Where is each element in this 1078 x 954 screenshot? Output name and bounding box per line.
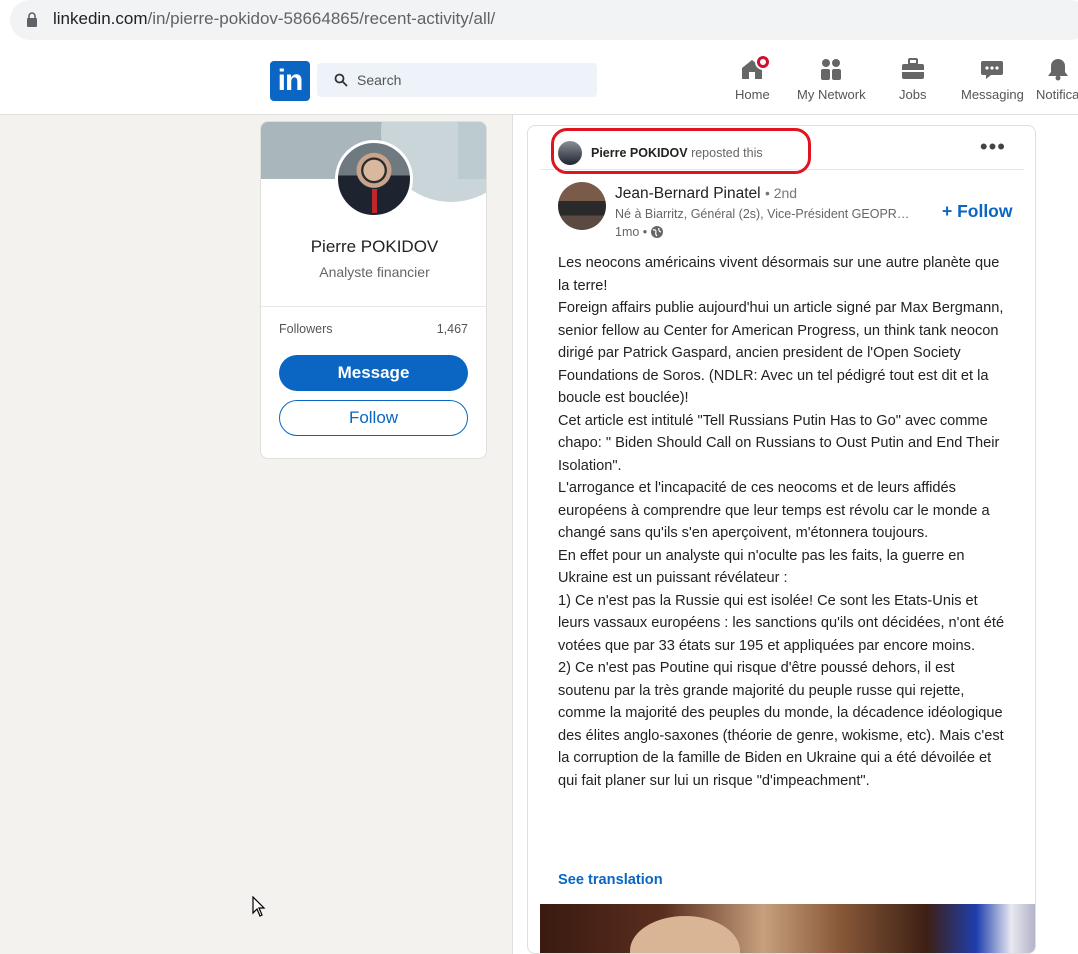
author-headline: Né à Biarritz, Général (2s), Vice-Présid…	[615, 207, 915, 221]
search-box[interactable]	[317, 63, 597, 97]
post-paragraph: 2) Ce n'est pas Poutine qui risque d'êtr…	[558, 660, 1004, 789]
nav-jobs[interactable]: Jobs	[899, 56, 926, 102]
follow-button[interactable]: Follow	[279, 400, 468, 436]
follow-author-button[interactable]: + Follow	[942, 201, 1013, 222]
post-paragraph: 1) Ce n'est pas la Russie qui est isolée…	[558, 592, 1005, 654]
post-body: Les neocons américains vivent désormais …	[558, 252, 1008, 792]
more-options-icon[interactable]: •••	[980, 136, 1006, 158]
messaging-icon	[981, 61, 1004, 79]
bell-icon	[1047, 59, 1068, 81]
author-avatar[interactable]	[558, 182, 606, 230]
profile-card: Pierre POKIDOV Analyste financier Follow…	[260, 121, 487, 459]
post-paragraph: L'arrogance et l'incapacité de ces neoco…	[558, 480, 990, 541]
search-icon	[334, 73, 348, 87]
connection-degree: • 2nd	[764, 185, 798, 201]
profile-title: Analyste financier	[319, 264, 430, 280]
post-paragraph: Les neocons américains vivent désormais …	[558, 255, 1000, 294]
repost-header: Pierre POKIDOV reposted this •••	[540, 128, 1024, 174]
message-button[interactable]: Message	[279, 355, 468, 391]
post-paragraph: En effet pour un analyste qui n'oculte p…	[558, 547, 965, 587]
linkedin-logo[interactable]: in	[270, 61, 310, 101]
url-host: linkedin.com	[53, 9, 148, 28]
linkedin-header: in Home My Network Jobs Me	[0, 42, 1078, 115]
nav-my-network-label: My Network	[797, 87, 866, 102]
post-time: 1mo •	[615, 225, 648, 239]
nav-notifications[interactable]: Notifica	[1036, 56, 1078, 102]
author-name[interactable]: Jean-Bernard Pinatel	[615, 185, 761, 202]
divider	[261, 306, 486, 307]
nav-notifications-label: Notifica	[1036, 87, 1078, 102]
briefcase-icon	[901, 58, 924, 79]
profile-name[interactable]: Pierre POKIDOV	[261, 237, 486, 257]
lock-icon	[27, 12, 37, 27]
red-highlight-annotation	[551, 128, 811, 174]
feed-post: Pierre POKIDOV reposted this ••• Jean-Be…	[527, 125, 1036, 954]
followers-count: 1,467	[436, 322, 468, 336]
mouse-cursor-icon	[252, 896, 266, 917]
url-path: /in/pierre-pokidov-58664865/recent-activ…	[147, 9, 496, 28]
post-time-line: 1mo •	[615, 225, 664, 239]
followers-label: Followers	[279, 322, 333, 336]
search-input[interactable]	[357, 63, 587, 97]
nav-home-label: Home	[735, 87, 770, 102]
url-text[interactable]: linkedin.com/in/pierre-pokidov-58664865/…	[53, 9, 495, 29]
post-paragraph: Foreign affairs publie aujourd'hui un ar…	[558, 300, 1004, 406]
notification-badge	[755, 54, 771, 70]
browser-url-bar: linkedin.com/in/pierre-pokidov-58664865/…	[0, 0, 1078, 42]
nav-messaging-label: Messaging	[961, 87, 1024, 102]
post-paragraph: Cet article est intitulé "Tell Russians …	[558, 412, 1000, 474]
see-translation-link[interactable]: See translation	[558, 872, 663, 888]
profile-avatar[interactable]	[335, 140, 413, 218]
post-image[interactable]	[540, 904, 1035, 953]
nav-home[interactable]: Home	[735, 54, 771, 102]
globe-icon	[651, 226, 664, 238]
network-icon	[821, 59, 842, 80]
nav-messaging[interactable]: Messaging	[961, 56, 1024, 102]
nav-jobs-label: Jobs	[899, 87, 927, 102]
nav-my-network[interactable]: My Network	[797, 56, 866, 102]
author-name-line: Jean-Bernard Pinatel • 2nd	[615, 185, 797, 203]
